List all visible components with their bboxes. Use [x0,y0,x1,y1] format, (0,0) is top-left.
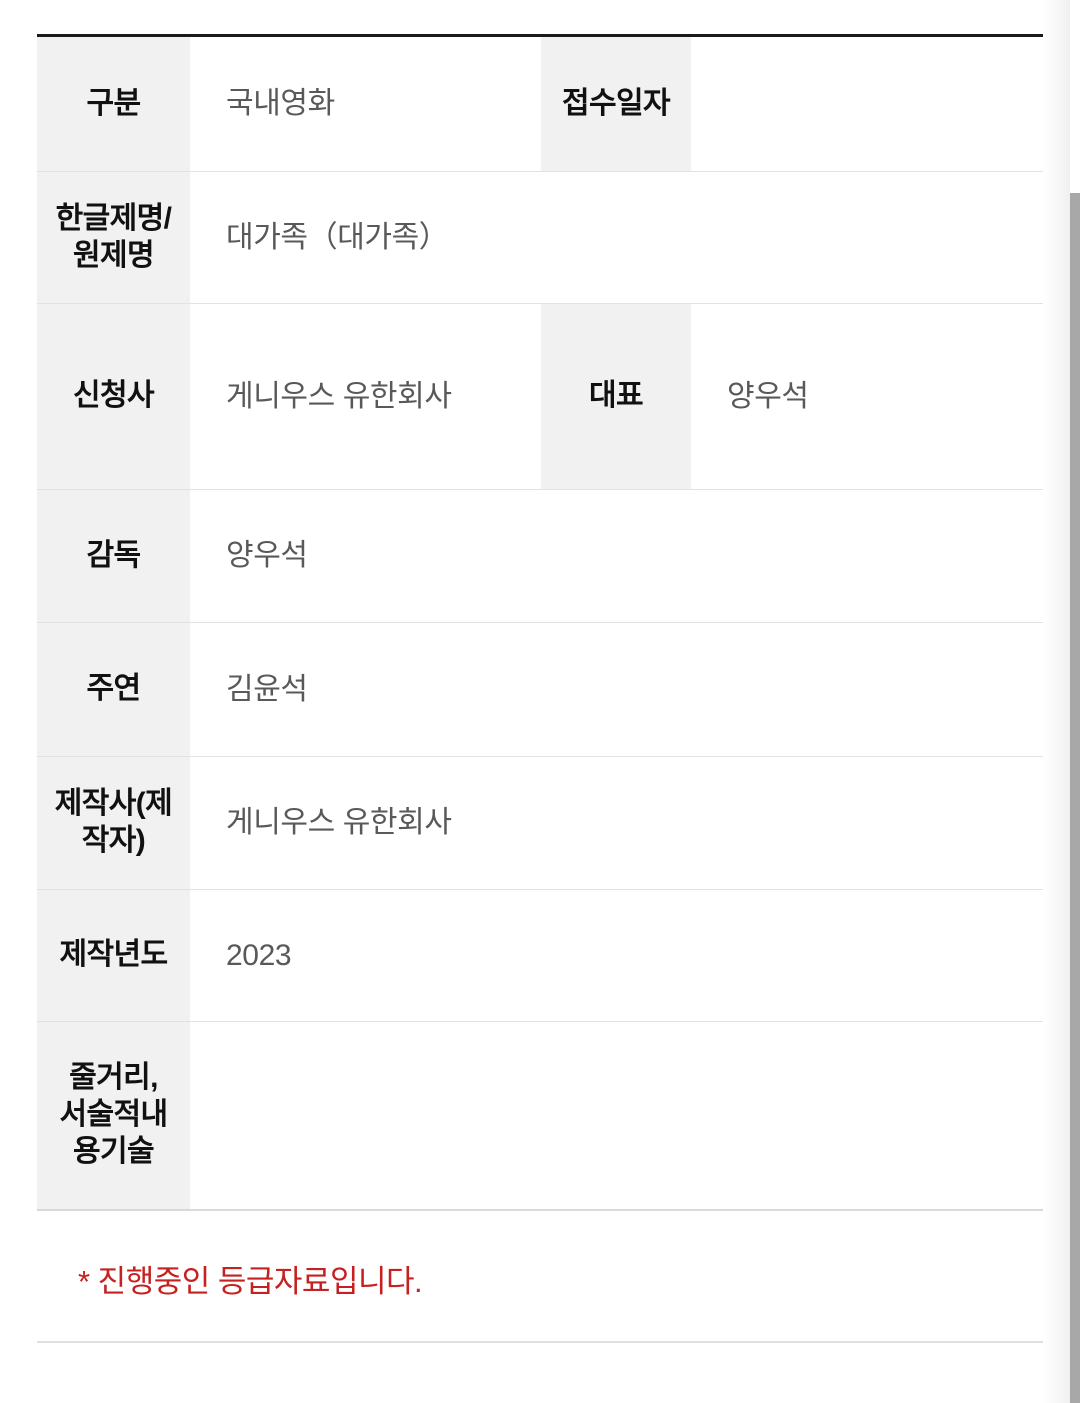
vertical-scrollbar-track[interactable] [1070,0,1080,1403]
film-detail-table-body: 구분 국내영화 접수일자 한글제명/ 원제명 대가족（대가족） 신청사 게니우스… [37,35,1043,1210]
row-label-title-line2: 원제명 [73,238,155,272]
row-label-representative: 대표 [541,303,691,490]
table-row-applicant: 신청사 게니우스 유한회사 대표 양우석 [37,303,1043,490]
row-label-producer-line2: 작자) [81,824,146,857]
row-label-synopsis-line1: 줄거리, [69,1061,158,1095]
footer-divider [37,1341,1043,1343]
row-label-production-year: 제작년도 [37,889,190,1022]
row-label-director: 감독 [37,489,190,623]
row-value-producer: 게니우스 유한회사 [226,806,452,840]
row-value-title: 대가족（대가족） [226,220,449,254]
film-rating-detail-page: 구분 국내영화 접수일자 한글제명/ 원제명 대가족（대가족） 신청사 게니우스… [0,0,1080,1403]
row-label-title-line1: 한글제명/ [55,201,172,235]
row-label-synopsis-line3: 용기술 [73,1134,155,1168]
table-row-director: 감독 양우석 [37,489,1043,623]
row-label-cast: 주연 [37,622,190,757]
film-detail-table: 구분 국내영화 접수일자 한글제명/ 원제명 대가족（대가족） 신청사 게니우스… [37,34,1043,1211]
row-value-applicant: 게니우스 유한회사 [226,379,452,413]
row-value-production-year: 2023 [226,938,292,972]
row-label-synopsis: 줄거리, 서술적내 용기술 [37,1021,190,1210]
in-progress-notice: * 진행중인 등급자료입니다. [78,1264,423,1299]
row-value-synopsis [190,1022,1043,1210]
vertical-scrollbar-thumb[interactable] [1070,193,1080,1403]
row-value-representative: 양우석 [727,379,809,413]
row-value-director: 양우석 [226,539,308,573]
row-label-producer-line1: 제작사(제 [54,787,173,821]
table-row-producer: 제작사(제 작자) 게니우스 유한회사 [37,756,1043,890]
page-edge-shadow [1042,0,1070,1403]
table-row-synopsis: 줄거리, 서술적내 용기술 [37,1021,1043,1210]
table-row-cast: 주연 김윤석 [37,622,1043,757]
row-value-cast: 김윤석 [226,672,308,706]
row-label-synopsis-line2: 서술적내 [59,1097,169,1131]
row-label-applicant: 신청사 [37,303,190,490]
row-value-gubun: 국내영화 [226,87,335,121]
row-label-title: 한글제명/ 원제명 [37,171,190,304]
row-value-receipt-date [691,36,1043,172]
table-row-gubun: 구분 국내영화 접수일자 [37,35,1043,172]
row-label-producer: 제작사(제 작자) [37,756,190,890]
row-label-receipt-date: 접수일자 [541,35,691,172]
table-row-title: 한글제명/ 원제명 대가족（대가족） [37,171,1043,304]
table-row-production-year: 제작년도 2023 [37,889,1043,1022]
row-label-gubun: 구분 [37,35,190,172]
